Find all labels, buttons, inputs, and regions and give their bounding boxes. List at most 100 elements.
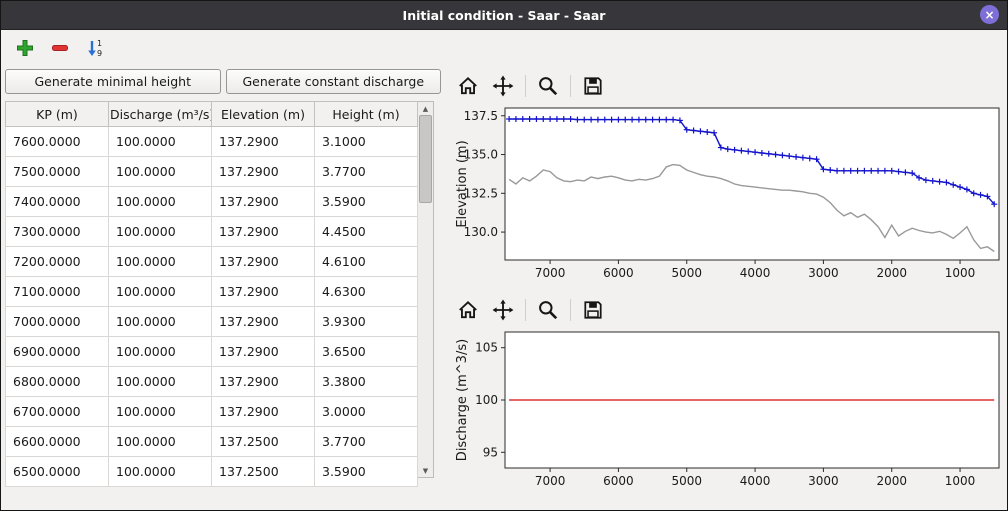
titlebar[interactable]: Initial condition - Saar - Saar × [1, 1, 1007, 30]
table-cell[interactable]: 137.2900 [212, 277, 315, 307]
svg-text:7000: 7000 [535, 266, 566, 280]
left-panel: Generate minimal height Generate constan… [1, 66, 443, 510]
zoom-button[interactable] [535, 73, 561, 99]
table-cell[interactable]: 7500.0000 [6, 157, 109, 187]
table-cell[interactable]: 137.2900 [212, 187, 315, 217]
table-cell[interactable]: 100.0000 [109, 397, 212, 427]
table-cell[interactable]: 3.7700 [315, 427, 418, 457]
scrollbar-track[interactable] [418, 203, 433, 464]
magnifier-icon [537, 299, 559, 321]
save-button[interactable] [580, 73, 606, 99]
generate-constant-discharge-button[interactable]: Generate constant discharge [226, 69, 442, 94]
table-cell[interactable]: 3.9300 [315, 307, 418, 337]
table-cell[interactable]: 7000.0000 [6, 307, 109, 337]
table-cell[interactable]: 137.2500 [212, 457, 315, 487]
table-cell[interactable]: 100.0000 [109, 187, 212, 217]
column-header[interactable]: Height (m) [315, 102, 418, 127]
svg-text:4000: 4000 [740, 474, 771, 488]
column-header[interactable]: KP (m) [6, 102, 109, 127]
toolbar-separator [525, 75, 526, 97]
table-cell[interactable]: 7300.0000 [6, 217, 109, 247]
svg-text:7000: 7000 [535, 474, 566, 488]
home-button[interactable] [455, 73, 481, 99]
svg-text:105: 105 [475, 341, 498, 355]
table-cell[interactable]: 6500.0000 [6, 457, 109, 487]
content-area: Generate minimal height Generate constan… [1, 66, 1007, 510]
table-cell[interactable]: 100.0000 [109, 277, 212, 307]
table-cell[interactable]: 137.2900 [212, 217, 315, 247]
vertical-scrollbar[interactable]: ▲ ▼ [418, 101, 434, 478]
table-cell[interactable]: 3.3800 [315, 367, 418, 397]
home-button[interactable] [455, 297, 481, 323]
svg-text:100: 100 [475, 393, 498, 407]
save-button[interactable] [580, 297, 606, 323]
add-row-button[interactable] [11, 35, 38, 62]
table-cell[interactable]: 6900.0000 [6, 337, 109, 367]
table-cell[interactable]: 100.0000 [109, 427, 212, 457]
table-cell[interactable]: 100.0000 [109, 367, 212, 397]
pan-button[interactable] [490, 297, 516, 323]
table-row: 6800.0000100.0000137.29003.3800 [6, 367, 418, 397]
table-row: 6600.0000100.0000137.25003.7700 [6, 427, 418, 457]
table-cell[interactable]: 100.0000 [109, 217, 212, 247]
table-cell[interactable]: 100.0000 [109, 307, 212, 337]
column-header[interactable]: Discharge (m³/s) [109, 102, 212, 127]
table-cell[interactable]: 137.2900 [212, 127, 315, 157]
table-cell[interactable]: 6700.0000 [6, 397, 109, 427]
table-cell[interactable]: 7100.0000 [6, 277, 109, 307]
save-icon [582, 75, 604, 97]
table-cell[interactable]: 6800.0000 [6, 367, 109, 397]
table-cell[interactable]: 3.6500 [315, 337, 418, 367]
table-row: 7000.0000100.0000137.29003.9300 [6, 307, 418, 337]
sort-button[interactable]: 1 9 [81, 35, 108, 62]
pan-button[interactable] [490, 73, 516, 99]
pan-icon [492, 299, 514, 321]
table-cell[interactable]: 137.2900 [212, 307, 315, 337]
table-cell[interactable]: 3.5900 [315, 457, 418, 487]
svg-text:Discharge (m^3/s): Discharge (m^3/s) [455, 339, 470, 461]
scroll-down-arrow[interactable]: ▼ [418, 464, 433, 477]
table-cell[interactable]: 4.6100 [315, 247, 418, 277]
home-icon [457, 75, 479, 97]
svg-text:4000: 4000 [740, 266, 771, 280]
table-cell[interactable]: 100.0000 [109, 127, 212, 157]
pan-icon [492, 75, 514, 97]
scroll-up-arrow[interactable]: ▲ [418, 102, 433, 115]
table-cell[interactable]: 137.2900 [212, 157, 315, 187]
svg-text:Elevation (m): Elevation (m) [455, 140, 470, 227]
table-cell[interactable]: 137.2900 [212, 337, 315, 367]
close-button[interactable]: × [980, 5, 999, 24]
table-cell[interactable]: 4.6300 [315, 277, 418, 307]
table-cell[interactable]: 3.5900 [315, 187, 418, 217]
table-cell[interactable]: 100.0000 [109, 457, 212, 487]
table-cell[interactable]: 4.4500 [315, 217, 418, 247]
table-cell[interactable]: 137.2500 [212, 427, 315, 457]
table-cell[interactable]: 100.0000 [109, 157, 212, 187]
table-cell[interactable]: 7600.0000 [6, 127, 109, 157]
sort-numeric-icon: 1 9 [85, 38, 105, 58]
table-cell[interactable]: 137.2900 [212, 367, 315, 397]
table-cell[interactable]: 137.2900 [212, 397, 315, 427]
svg-text:9: 9 [97, 49, 102, 58]
table-cell[interactable]: 137.2900 [212, 247, 315, 277]
scrollbar-thumb[interactable] [419, 115, 432, 203]
column-header[interactable]: Elevation (m) [212, 102, 315, 127]
table-row: 6700.0000100.0000137.29003.0000 [6, 397, 418, 427]
elevation-plot-toolbar [453, 70, 1005, 102]
table-cell[interactable]: 6600.0000 [6, 427, 109, 457]
table-cell[interactable]: 7400.0000 [6, 187, 109, 217]
table-cell[interactable]: 100.0000 [109, 337, 212, 367]
discharge-chart[interactable]: 700060005000400030002000100095100105Disc… [453, 326, 1005, 494]
remove-row-button[interactable] [46, 35, 73, 62]
table-cell[interactable]: 100.0000 [109, 247, 212, 277]
table-row: 7500.0000100.0000137.29003.7700 [6, 157, 418, 187]
elevation-chart[interactable]: 7000600050004000300020001000130.0132.513… [453, 102, 1005, 286]
generate-minimal-height-button[interactable]: Generate minimal height [5, 69, 221, 94]
table-cell[interactable]: 3.1000 [315, 127, 418, 157]
table-cell[interactable]: 3.7700 [315, 157, 418, 187]
table-cell[interactable]: 7200.0000 [6, 247, 109, 277]
zoom-button[interactable] [535, 297, 561, 323]
table-area: KP (m)Discharge (m³/s)Elevation (m)Heigh… [5, 101, 441, 478]
minus-icon [50, 38, 70, 58]
table-cell[interactable]: 3.0000 [315, 397, 418, 427]
